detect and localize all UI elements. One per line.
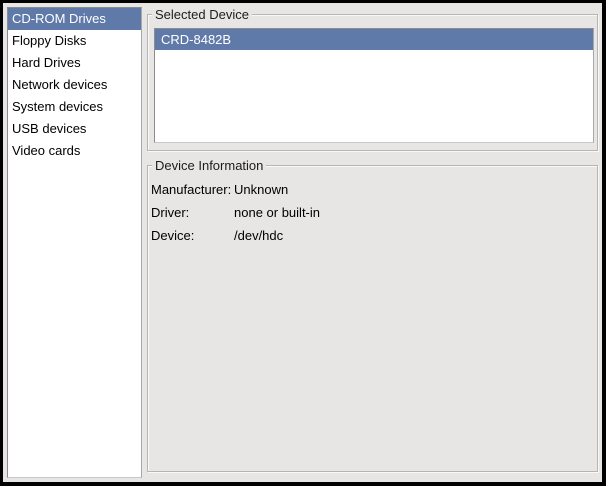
info-field-value: /dev/hdc [234,224,320,247]
device-list-item[interactable]: CRD-8482B [155,29,593,50]
category-list-item[interactable]: Video cards [8,140,141,162]
device-information-frame-title: Device Information [152,158,266,173]
selected-device-list[interactable]: CRD-8482B [154,28,594,143]
category-list-item[interactable]: CD-ROM Drives [8,8,141,30]
device-information-fields: Manufacturer:UnknownDriver:none or built… [151,178,320,247]
hardware-browser-window: CD-ROM DrivesFloppy DisksHard DrivesNetw… [0,0,606,486]
info-field-label: Manufacturer: [151,178,234,201]
category-list-item[interactable]: Floppy Disks [8,30,141,52]
category-list-item[interactable]: System devices [8,96,141,118]
selected-device-frame: Selected Device CRD-8482B [147,14,598,151]
info-field-value: none or built-in [234,201,320,224]
category-list-item[interactable]: Hard Drives [8,52,141,74]
category-list-item[interactable]: USB devices [8,118,141,140]
device-category-list[interactable]: CD-ROM DrivesFloppy DisksHard DrivesNetw… [7,7,142,478]
info-field-label: Device: [151,224,234,247]
info-field-value: Unknown [234,178,320,201]
info-field-label: Driver: [151,201,234,224]
device-information-frame: Device Information Manufacturer:UnknownD… [147,165,598,472]
selected-device-frame-title: Selected Device [152,7,252,22]
category-list-item[interactable]: Network devices [8,74,141,96]
